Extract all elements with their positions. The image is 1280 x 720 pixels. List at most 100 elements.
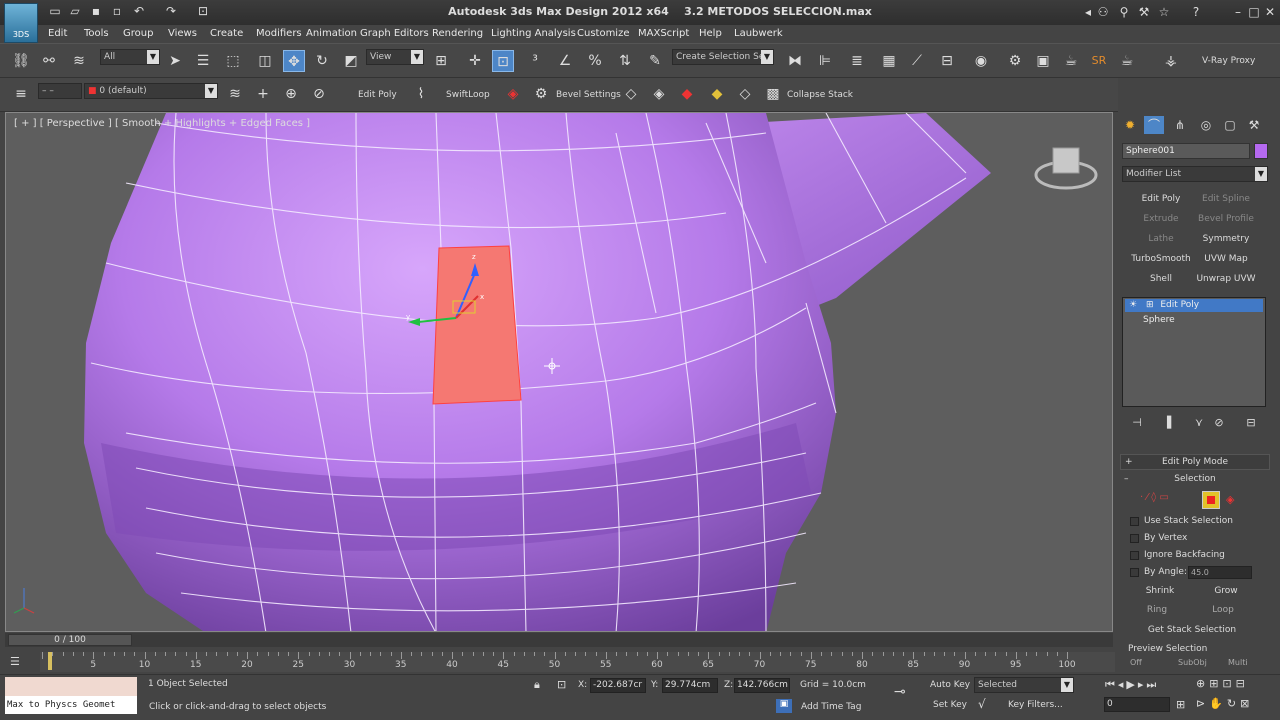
preview-multi-radio[interactable]: Multi [1228,658,1248,667]
ignore-backfacing-checkbox[interactable] [1130,551,1139,560]
redo-icon[interactable]: ↷ [164,5,178,18]
subobject-level-icons[interactable]: · ⁄ ◊ ▭ [1140,492,1200,508]
perspective-viewport[interactable]: z y x [ + ] [ Perspective ] [ Smooth + H… [5,112,1113,632]
auto-key-button[interactable]: Auto Key [930,680,970,690]
hinge-icon[interactable]: ◆ [676,83,698,105]
selection-lock-icon[interactable]: 🔒︎ [534,678,540,692]
project-folder-icon[interactable]: ⊡ [196,5,210,18]
time-slider-track[interactable] [5,633,1113,647]
select-by-name-icon[interactable]: ☰ [192,50,214,72]
layer-visibility-toggles[interactable]: – – [38,83,82,99]
vray-icon[interactable]: ⚶ [1160,50,1182,72]
menu-create[interactable]: Create [210,28,243,39]
viewport-label-menu[interactable]: [ + ] [ Perspective ] [ Smooth + Highlig… [14,118,310,129]
snaps-toggle-icon[interactable]: ³ [524,50,546,72]
maximize-icon[interactable]: □ [1246,5,1262,19]
binoculars-icon[interactable]: ⚇ [1095,5,1111,19]
swiftloop-icon[interactable]: ⌇ [410,83,432,105]
viewport-pan-orbit-controls[interactable]: ⊳✋↻⊠ [1196,697,1280,710]
close-icon[interactable]: ✕ [1262,5,1278,19]
menu-group[interactable]: Group [123,28,153,39]
by-angle-checkbox[interactable] [1130,568,1139,577]
layer-manager-icon[interactable]: ≣ [846,50,868,72]
menu-maxscript[interactable]: MAXScript [638,28,689,39]
bridge-icon[interactable]: ◈ [648,83,670,105]
utilities-tab-icon[interactable]: ⚒ [1244,116,1264,134]
save-icon[interactable]: ▪ [89,5,103,18]
set-key-button[interactable]: Set Key [933,700,967,710]
relax-icon[interactable]: ◇ [734,83,756,105]
swiftloop-button[interactable]: SwiftLoop [446,90,490,100]
select-and-scale-icon[interactable]: ◩ [340,50,362,72]
layer-create-icon[interactable]: ≋ [224,83,246,105]
schematic-view-icon[interactable]: ⊟ [936,50,958,72]
back-icon[interactable]: ◂ [1080,5,1096,19]
keyboard-shortcut-override-icon[interactable]: ⊡ [492,50,514,72]
render-setup-icon[interactable]: ⚙ [1004,50,1026,72]
mini-curve-editor-icon[interactable]: ☰ [10,655,20,668]
minimize-icon[interactable]: – [1230,5,1246,19]
object-name-field[interactable]: Sphere001 [1122,143,1250,159]
collapse-stack-button[interactable]: Collapse Stack [787,90,853,100]
key-filter-icon[interactable]: √ [978,697,986,711]
undo-icon[interactable]: ↶ [132,5,146,18]
light-bulb-icon[interactable]: ☀ [1129,300,1137,310]
edit-poly-mode-rollout[interactable]: + Edit Poly Mode [1120,454,1270,470]
add-to-layer-icon[interactable]: + [252,83,274,105]
extrude-icon[interactable]: ◈ [502,83,524,105]
get-stack-selection-button[interactable]: Get Stack Selection [1132,622,1252,638]
loop-button[interactable]: Loop [1198,602,1248,618]
menu-customize[interactable]: Customize [577,28,630,39]
z-coord-field[interactable]: 142.766cm [734,678,790,693]
stack-item-sphere[interactable]: Sphere [1125,314,1263,327]
configure-sets-icon[interactable]: ⊟ [1240,412,1262,434]
menu-graph-editors[interactable]: Graph Editors [360,28,429,39]
key-filters-button[interactable]: Key Filters... [1008,700,1063,710]
app-logo-button[interactable]: 3DS [4,3,38,43]
percent-snap-icon[interactable]: % [584,50,606,72]
material-editor-icon[interactable]: ◉ [970,50,992,72]
modifier-uvw-map-button[interactable]: UVW Map [1195,250,1257,268]
modifier-turbosmooth-button[interactable]: TurboSmooth [1130,250,1192,268]
select-object-icon[interactable]: ➤ [164,50,186,72]
y-coord-field[interactable]: 29.774cm [662,678,718,693]
grow-button[interactable]: Grow [1198,583,1254,599]
playback-controls[interactable]: ⏮◂▶▸⏭ [1105,678,1185,692]
select-and-rotate-icon[interactable]: ↻ [311,50,333,72]
menu-rendering[interactable]: Rendering [432,28,483,39]
maxscript-mini-listener[interactable]: Max to Physcs Geomet [5,696,137,714]
maxscript-listener-output[interactable] [5,677,137,696]
viewport-navigation-controls[interactable]: ⊕⊞⊡⊟ [1196,677,1280,690]
favorites-star-icon[interactable]: ☆ [1156,5,1172,19]
select-in-layer-icon[interactable]: ⊕ [280,83,302,105]
layers-icon[interactable]: ≡ [10,83,32,105]
create-tab-icon[interactable]: ✹ [1120,116,1140,134]
new-file-icon[interactable]: ▭ [48,5,62,18]
element-level-icon[interactable]: ◈ [1226,493,1234,506]
modifier-symmetry-button[interactable]: Symmetry [1195,230,1257,248]
modifier-edit-spline-button[interactable]: Edit Spline [1195,190,1257,208]
key-mode-dropdown[interactable]: Selected ▼ [974,677,1074,693]
window-crossing-icon[interactable]: ◫ [254,50,276,72]
current-frame-field[interactable]: 0 [1104,697,1170,712]
time-tag-icon[interactable]: ▣ [776,699,792,713]
edit-poly-button[interactable]: Edit Poly [358,90,397,100]
angle-snap-icon[interactable]: ∠ [554,50,576,72]
selection-rollout[interactable]: – Selection [1120,472,1270,488]
add-time-tag-button[interactable]: Add Time Tag [801,702,861,712]
polygon-level-icon[interactable] [1202,491,1220,509]
render-iterative-icon[interactable]: ☕ [1116,50,1138,72]
menu-laubwerk[interactable]: Laubwerk [734,28,783,39]
track-bar[interactable]: 5 10 15 20 25 30 35 40 45 50 55 60 65 70 75 80 85 90 95 100 [40,652,1115,672]
modify-tab-icon[interactable]: ⌒ [1144,116,1164,134]
edit-named-selection-icon[interactable]: ✎ [644,50,666,72]
help-icon[interactable]: ? [1188,5,1204,19]
modifier-unwrap-uvw-button[interactable]: Unwrap UVW [1195,270,1257,288]
spinner-snap-icon[interactable]: ⇅ [614,50,636,72]
by-vertex-checkbox[interactable] [1130,534,1139,543]
time-slider[interactable]: 0 / 100 [8,634,132,646]
time-configuration-icon[interactable]: ⊞ [1176,698,1185,711]
set-current-layer-icon[interactable]: ⊘ [308,83,330,105]
graphite-modeling-icon[interactable]: ▦ [878,50,900,72]
select-and-move-icon[interactable]: ✥ [283,50,305,72]
